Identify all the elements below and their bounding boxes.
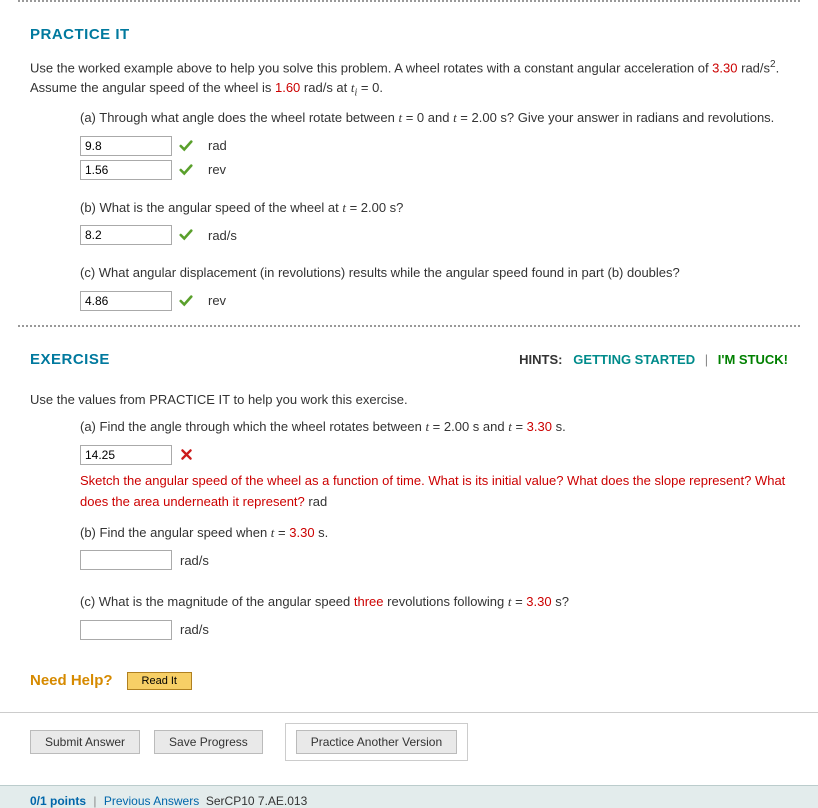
input-ex-a[interactable] <box>80 445 172 465</box>
unit-rads: rad/s <box>208 228 237 243</box>
practice-section: PRACTICE IT Use the worked example above… <box>0 12 818 325</box>
exb-t: 3.30 <box>289 525 314 540</box>
practice-intro: Use the worked example above to help you… <box>30 57 788 100</box>
var-t: t <box>508 594 512 609</box>
question-card: PRACTICE IT Use the worked example above… <box>0 0 818 785</box>
qb-end: = 2.00 s? <box>346 200 403 215</box>
exercise-header: EXERCISE HINTS: GETTING STARTED | I'M ST… <box>30 347 788 382</box>
exercise-intro: Use the values from PRACTICE IT to help … <box>30 390 788 410</box>
bottom-bar: Submit Answer Save Progress Practice Ano… <box>0 712 818 775</box>
question-code: SerCP10 7.AE.013 <box>206 794 307 808</box>
link-getting-started[interactable]: GETTING STARTED <box>573 352 695 367</box>
divider-mid <box>18 325 800 327</box>
input-c[interactable] <box>80 291 172 311</box>
question-a: (a) Through what angle does the wheel ro… <box>80 108 788 128</box>
footer-sep: | <box>93 794 96 808</box>
exercise-a: (a) Find the angle through which the whe… <box>80 417 788 512</box>
intro-end: rad/s at <box>304 80 351 95</box>
exercise-b: (b) Find the angular speed when t = 3.30… <box>80 523 788 571</box>
question-c: (c) What angular displacement (in revolu… <box>80 263 788 283</box>
value-omega: 1.60 <box>275 80 300 95</box>
exb-end: s. <box>315 525 329 540</box>
practice-b: (b) What is the angular speed of the whe… <box>80 198 788 246</box>
feedback-a: Sketch the angular speed of the wheel as… <box>80 471 788 513</box>
check-icon <box>178 138 194 154</box>
exercise-title: EXERCISE <box>30 351 110 368</box>
link-im-stuck[interactable]: I'M STUCK! <box>718 352 788 367</box>
exercise-section: EXERCISE HINTS: GETTING STARTED | I'M ST… <box>0 337 818 654</box>
check-icon <box>178 162 194 178</box>
exa-mid: = 2.00 s and <box>429 419 508 434</box>
intro-tail: = 0. <box>357 80 383 95</box>
x-icon <box>178 447 194 463</box>
exc-t: 3.30 <box>526 594 551 609</box>
submit-button[interactable]: Submit Answer <box>30 730 140 754</box>
intro-text: Use the worked example above to help you… <box>30 60 712 75</box>
input-ex-c[interactable] <box>80 620 172 640</box>
unit-rev2: rev <box>208 293 226 308</box>
exa-t2: 3.30 <box>527 419 552 434</box>
practice-a: (a) Through what angle does the wheel ro… <box>80 108 788 180</box>
pav-wrap: Practice Another Version <box>285 723 468 761</box>
answer-row-b: rad/s <box>80 225 788 245</box>
feedback-unit: rad <box>305 494 327 509</box>
exc-end: s? <box>552 594 569 609</box>
hints-label: HINTS: <box>519 352 562 367</box>
unit-rev: rev <box>208 162 226 177</box>
answer-row-a-rev: rev <box>80 160 788 180</box>
answer-row-exa <box>80 445 788 465</box>
answer-row-a-rad: rad <box>80 136 788 156</box>
practice-c: (c) What angular displacement (in revolu… <box>80 263 788 311</box>
ex-question-b: (b) Find the angular speed when t = 3.30… <box>80 523 788 543</box>
answer-row-c: rev <box>80 291 788 311</box>
need-help-row: Need Help? Read It <box>30 672 818 690</box>
footer-strip: 0/1 points | Previous Answers SerCP10 7.… <box>0 785 818 808</box>
exc-pre: (c) What is the magnitude of the angular… <box>80 594 354 609</box>
var-t: t <box>508 419 512 434</box>
intro-mid: rad/s <box>741 60 770 75</box>
answer-row-exc: rad/s <box>80 620 788 640</box>
input-b[interactable] <box>80 225 172 245</box>
check-icon <box>178 293 194 309</box>
ex-question-a: (a) Find the angle through which the whe… <box>80 417 788 437</box>
need-help-label: Need Help? <box>30 672 113 689</box>
exa-end: s. <box>552 419 566 434</box>
check-icon <box>178 227 194 243</box>
readit-button[interactable]: Read It <box>127 672 192 690</box>
qa-end: = 2.00 s? Give your answer in radians an… <box>457 110 775 125</box>
practice-title: PRACTICE IT <box>30 26 788 43</box>
hints-sep: | <box>705 352 708 367</box>
value-accel: 3.30 <box>712 60 737 75</box>
input-ex-b[interactable] <box>80 550 172 570</box>
practice-another-button[interactable]: Practice Another Version <box>296 730 457 754</box>
divider-top <box>18 0 800 2</box>
qa-pre: (a) Through what angle does the wheel ro… <box>80 110 398 125</box>
unit-exb: rad/s <box>180 553 209 568</box>
exa-pre: (a) Find the angle through which the whe… <box>80 419 425 434</box>
question-b: (b) What is the angular speed of the whe… <box>80 198 788 218</box>
feedback-text: Sketch the angular speed of the wheel as… <box>80 473 785 509</box>
input-a-rev[interactable] <box>80 160 172 180</box>
hints-block: HINTS: GETTING STARTED | I'M STUCK! <box>519 352 788 367</box>
exercise-c: (c) What is the magnitude of the angular… <box>80 592 788 640</box>
exc-mid: revolutions following <box>384 594 508 609</box>
answer-row-exb: rad/s <box>80 550 788 570</box>
ex-question-c: (c) What is the magnitude of the angular… <box>80 592 788 612</box>
var-t: t <box>271 525 275 540</box>
input-a-rad[interactable] <box>80 136 172 156</box>
qa-mid: = 0 and <box>402 110 453 125</box>
unit-rad: rad <box>208 138 227 153</box>
points-label: 0/1 points <box>30 794 86 808</box>
unit-exc: rad/s <box>180 622 209 637</box>
save-button[interactable]: Save Progress <box>154 730 263 754</box>
previous-answers-link[interactable]: Previous Answers <box>104 794 199 808</box>
qb-pre: (b) What is the angular speed of the whe… <box>80 200 342 215</box>
exc-hi: three <box>354 594 384 609</box>
exb-pre: (b) Find the angular speed when <box>80 525 271 540</box>
